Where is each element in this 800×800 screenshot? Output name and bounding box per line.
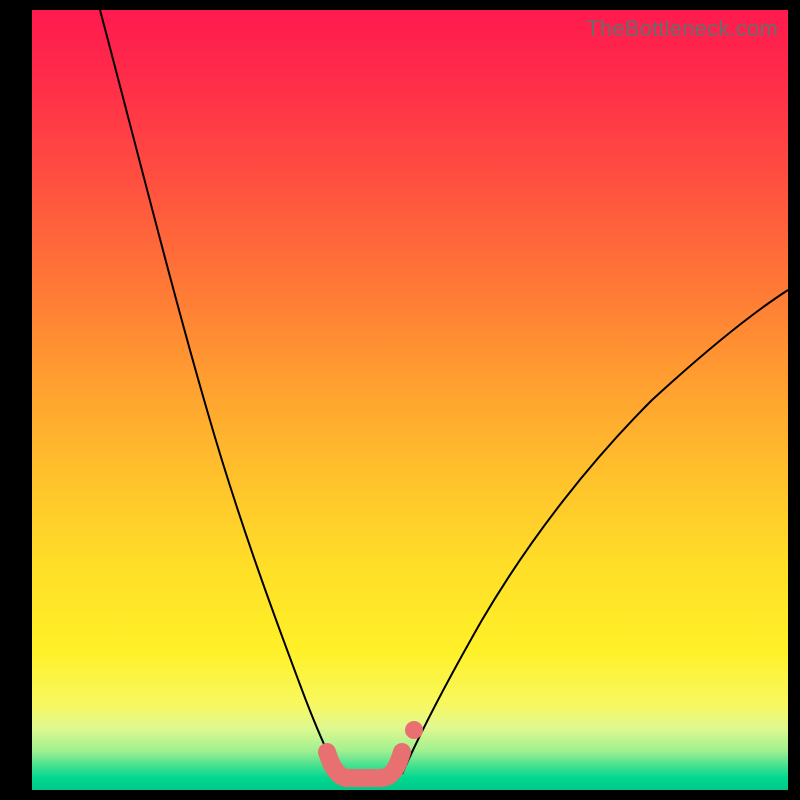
left-curve bbox=[100, 10, 338, 774]
chart-svg bbox=[32, 10, 788, 790]
right-curve bbox=[402, 290, 788, 774]
thumb-dot-upper[interactable] bbox=[405, 721, 423, 739]
chart-plot-area: TheBottleneck.com bbox=[32, 10, 788, 790]
thumb-track[interactable] bbox=[327, 752, 402, 778]
chart-frame: TheBottleneck.com bbox=[0, 0, 800, 800]
